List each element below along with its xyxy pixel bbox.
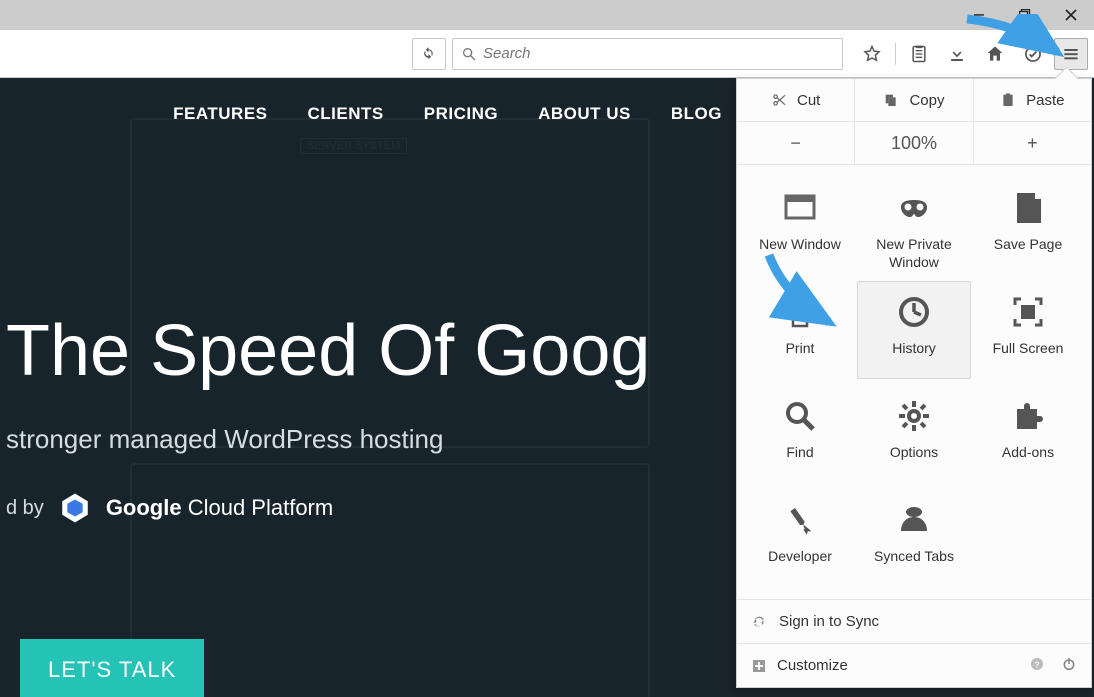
- sync-icon: [751, 614, 767, 630]
- reader-list-button[interactable]: [902, 38, 936, 70]
- developer-icon: [780, 500, 820, 540]
- menu-item-history-label: History: [892, 340, 936, 358]
- menu-item-fullscreen[interactable]: Full Screen: [971, 281, 1085, 379]
- find-icon: [780, 396, 820, 436]
- menu-cut-label: Cut: [797, 92, 820, 109]
- menu-item-options-label: Options: [890, 444, 938, 462]
- synced-tabs-icon: [894, 500, 934, 540]
- bookmark-star-button[interactable]: [855, 38, 889, 70]
- menu-customize[interactable]: Customize: [751, 657, 848, 674]
- menu-paste[interactable]: Paste: [973, 79, 1091, 121]
- menu-sync-label: Sign in to Sync: [779, 613, 879, 630]
- browser-toolbar: [0, 30, 1094, 78]
- menu-sign-in-sync[interactable]: Sign in to Sync: [737, 599, 1091, 643]
- search-icon: [461, 46, 477, 62]
- lets-talk-button[interactable]: LET'S TALK: [20, 639, 204, 697]
- gcp-logo-icon: [58, 491, 92, 525]
- menu-power-button[interactable]: [1061, 656, 1077, 676]
- menu-item-fullscreen-label: Full Screen: [993, 340, 1064, 358]
- menu-item-developer-label: Developer: [768, 548, 832, 566]
- menu-item-save-page[interactable]: Save Page: [971, 177, 1085, 275]
- menu-item-save-page-label: Save Page: [994, 236, 1063, 254]
- menu-item-print-label: Print: [786, 340, 815, 358]
- menu-paste-label: Paste: [1026, 92, 1064, 109]
- menu-item-synced-tabs-label: Synced Tabs: [874, 548, 954, 566]
- svg-text:?: ?: [1034, 659, 1039, 669]
- annotation-arrow-history: [749, 250, 849, 340]
- search-box[interactable]: [452, 38, 843, 70]
- gcp-brand-text: Google Cloud Platform: [106, 495, 333, 521]
- history-icon: [894, 292, 934, 332]
- menu-customize-label: Customize: [777, 657, 848, 674]
- reload-button[interactable]: [412, 38, 446, 70]
- menu-item-private[interactable]: New Private Window: [857, 177, 971, 275]
- save-page-icon: [1008, 188, 1048, 228]
- menu-item-find[interactable]: Find: [743, 385, 857, 483]
- scissors-icon: [771, 92, 787, 108]
- nav-blog[interactable]: BLOG: [671, 104, 722, 124]
- copy-icon: [883, 92, 899, 108]
- addons-icon: [1008, 396, 1048, 436]
- menu-copy-label: Copy: [909, 92, 944, 109]
- menu-help-button[interactable]: ?: [1029, 656, 1045, 676]
- menu-item-addons-label: Add-ons: [1002, 444, 1054, 462]
- menu-item-history[interactable]: History: [857, 281, 971, 379]
- private-icon: [894, 188, 934, 228]
- nav-pricing[interactable]: PRICING: [424, 104, 498, 124]
- new-window-icon: [780, 188, 820, 228]
- zoom-level[interactable]: 100%: [854, 122, 972, 164]
- menu-item-options[interactable]: Options: [857, 385, 971, 483]
- plus-box-icon: [751, 658, 767, 674]
- zoom-in[interactable]: +: [973, 122, 1091, 164]
- menu-item-synced-tabs[interactable]: Synced Tabs: [857, 489, 971, 587]
- nav-clients[interactable]: CLIENTS: [308, 104, 384, 124]
- fullscreen-icon: [1008, 292, 1048, 332]
- window-titlebar: [0, 0, 1094, 30]
- menu-item-addons[interactable]: Add-ons: [971, 385, 1085, 483]
- search-input[interactable]: [483, 45, 834, 62]
- nav-features[interactable]: FEATURES: [173, 104, 267, 124]
- hamburger-menu-panel: Cut Copy Paste − 100% + New WindowNew Pr…: [736, 78, 1092, 688]
- paste-icon: [1000, 92, 1016, 108]
- options-icon: [894, 396, 934, 436]
- menu-item-developer[interactable]: Developer: [743, 489, 857, 587]
- menu-cut[interactable]: Cut: [737, 79, 854, 121]
- menu-item-private-label: New Private Window: [858, 236, 970, 271]
- menu-item-find-label: Find: [786, 444, 813, 462]
- nav-about-us[interactable]: ABOUT US: [538, 104, 631, 124]
- powered-by-text: d by: [6, 497, 44, 520]
- menu-copy[interactable]: Copy: [854, 79, 972, 121]
- zoom-out[interactable]: −: [737, 122, 854, 164]
- annotation-arrow-hamburger: [962, 14, 1072, 64]
